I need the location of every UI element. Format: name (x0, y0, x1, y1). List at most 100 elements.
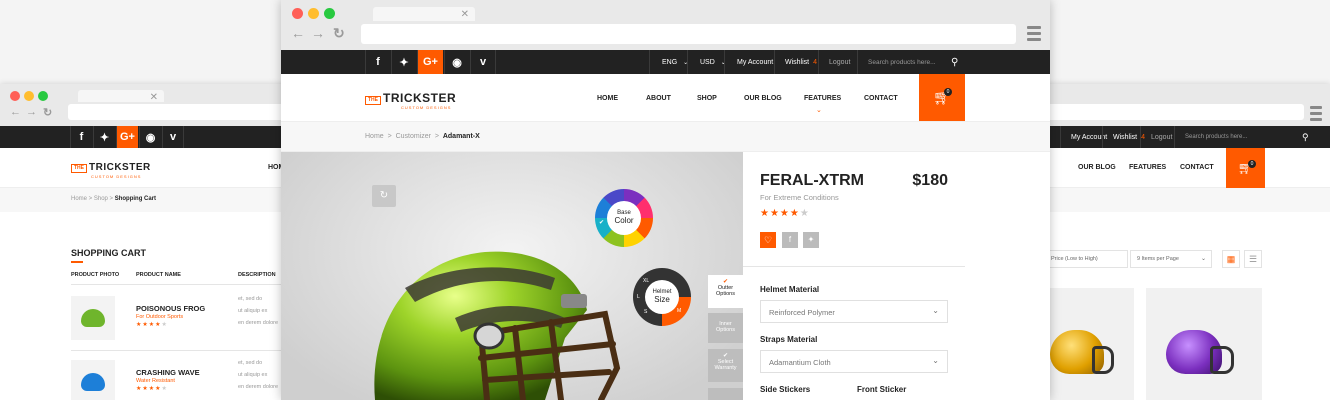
twitter-icon[interactable]: ✦ (391, 50, 416, 74)
search-field[interactable]: Search products here... (1174, 126, 1292, 148)
logo-name: TRICKSTER (383, 91, 457, 105)
tab-outer-options[interactable]: ✔ Outter Options (708, 275, 743, 308)
crumb-home[interactable]: Home (365, 133, 384, 140)
col-name: PRODUCT NAME (136, 272, 181, 278)
cart-title: SHOPPING CART (71, 248, 147, 258)
logo[interactable]: THE TRICKSTER CUSTOM DESIGNS (71, 162, 151, 179)
nav-about[interactable]: ABOUT (646, 95, 671, 102)
logo[interactable]: THE TRICKSTER CUSTOM DESIGNS (365, 91, 457, 110)
rss-icon[interactable]: ◉ (444, 50, 469, 74)
tab-inner-line2: Options (716, 327, 735, 333)
cart-row: POISONOUS FROG For Outdoor Sports ★★★★★ … (71, 296, 281, 342)
helmet-material-value: Reinforced Polymer (769, 308, 835, 317)
product-price: $180 (912, 172, 948, 189)
google-plus-icon[interactable]: G+ (116, 126, 138, 148)
search-icon[interactable]: ⚲ (1292, 126, 1319, 148)
size-l[interactable]: L (637, 294, 640, 300)
share-twitter-button[interactable]: ✦ (803, 232, 819, 248)
close-dot[interactable] (292, 8, 303, 19)
cart-button[interactable]: 🛒︎ 0 (919, 74, 965, 121)
base-color-wheel[interactable]: Base Color ✔ (595, 189, 653, 247)
crumb-shop[interactable]: Shop (94, 196, 108, 202)
maximize-dot[interactable] (324, 8, 335, 19)
nav-our-blog[interactable]: OUR BLOG (744, 95, 782, 102)
tab-extra[interactable] (708, 388, 743, 400)
minimize-dot[interactable] (24, 91, 34, 101)
list-view-icon[interactable]: ☰ (1244, 250, 1262, 268)
nav-contact[interactable]: CONTACT (864, 95, 898, 102)
browser-menu-icon[interactable] (1027, 26, 1041, 44)
nav-our-blog[interactable]: OUR BLOG (1078, 164, 1116, 171)
item-rating: ★★★★★ (136, 322, 168, 328)
cart-count: 0 (1248, 160, 1256, 168)
cart-title-underline (71, 261, 83, 263)
browser-tab[interactable]: ✕ (78, 90, 164, 103)
twitter-icon[interactable]: ✦ (93, 126, 115, 148)
nav-features[interactable]: FEATURES (1129, 164, 1166, 171)
logout-label: Logout (1151, 133, 1173, 141)
tab-select-warranty[interactable]: ✔ Select Warranty (708, 349, 743, 382)
close-tab-icon[interactable]: ✕ (461, 9, 469, 20)
helmet-material-select[interactable]: Reinforced Polymer ⌄ (760, 300, 948, 323)
cart-row: CRASHING WAVE Water Resistant ★★★★★ et, … (71, 360, 281, 400)
maximize-dot[interactable] (38, 91, 48, 101)
panel-divider (743, 266, 965, 267)
nav-features[interactable]: FEATURES (804, 95, 841, 102)
helmet-green-icon (81, 309, 105, 327)
tab-inner-options[interactable]: Inner Options (708, 313, 743, 343)
facebook-icon[interactable]: f (70, 126, 92, 148)
product-photo (71, 296, 115, 340)
size-s[interactable]: S (644, 309, 647, 315)
wishlist-button[interactable]: ♡ (760, 232, 776, 248)
browser-menu-icon[interactable] (1310, 106, 1322, 124)
crumb-current: Shopping Cart (114, 196, 157, 202)
close-tab-icon[interactable]: ✕ (150, 92, 158, 103)
browser-tab[interactable]: ✕ (373, 7, 475, 21)
helmet-size-wheel[interactable]: Helmet Size XL L S M (633, 268, 691, 326)
logout-link[interactable]: Logout (818, 50, 860, 74)
back-arrow-icon[interactable]: ← (291, 25, 305, 41)
forward-arrow-icon[interactable]: → (26, 106, 37, 118)
rss-icon[interactable]: ◉ (139, 126, 161, 148)
col-photo: PRODUCT PHOTO (71, 272, 120, 278)
language-label: ENG (662, 58, 678, 66)
google-plus-icon[interactable]: G+ (417, 50, 443, 74)
cart-button[interactable]: 🛒︎ 0 (1226, 148, 1265, 188)
item-name[interactable]: POISONOUS FROG (136, 304, 205, 313)
size-xl[interactable]: XL (643, 278, 649, 284)
reset-view-button[interactable]: ↻ (372, 185, 396, 207)
item-desc-2: ut aliquip ex (238, 308, 268, 314)
crumb-customizer[interactable]: Customizer (396, 133, 431, 140)
nav-shop[interactable]: SHOP (697, 95, 717, 102)
straps-material-select[interactable]: Adamantium Cloth ⌄ (760, 350, 948, 373)
nav-home[interactable]: HOME (597, 95, 618, 102)
twitter-icon: ✦ (807, 235, 815, 244)
address-bar[interactable] (361, 24, 1016, 44)
product-card[interactable] (1048, 288, 1134, 400)
facebook-icon: f (788, 235, 792, 244)
product-card[interactable] (1146, 288, 1262, 400)
vimeo-icon[interactable]: v (162, 126, 184, 148)
grid-view-icon[interactable]: ▦ (1222, 250, 1240, 268)
facebook-icon[interactable]: f (365, 50, 390, 74)
back-arrow-icon[interactable]: ← (10, 106, 21, 118)
reload-icon[interactable]: ↻ (43, 106, 52, 119)
item-subtitle: Water Resistant (136, 378, 175, 384)
share-facebook-button[interactable]: f (782, 232, 798, 248)
size-m[interactable]: M (677, 308, 681, 314)
sort-select[interactable]: Price (Low to High) (1044, 250, 1128, 268)
close-dot[interactable] (10, 91, 20, 101)
nav-contact[interactable]: CONTACT (1180, 164, 1214, 171)
item-name[interactable]: CRASHING WAVE (136, 368, 200, 377)
base-color-line2: Color (614, 216, 634, 225)
minimize-dot[interactable] (308, 8, 319, 19)
customizer-stage: ↻ Base Color ✔ Helmet Size XL L S M ✔ Ou… (281, 152, 743, 400)
chevron-down-icon: ⌄ (1200, 256, 1206, 262)
vimeo-icon[interactable]: v (470, 50, 496, 74)
per-page-select[interactable]: 9 Items per Page ⌄ (1130, 250, 1212, 268)
search-icon[interactable]: ⚲ (941, 50, 968, 74)
reload-icon[interactable]: ↻ (333, 25, 345, 42)
browser-chrome: ✕ ← → ↻ (281, 0, 1050, 50)
crumb-home[interactable]: Home (71, 196, 87, 202)
forward-arrow-icon[interactable]: → (311, 25, 325, 41)
